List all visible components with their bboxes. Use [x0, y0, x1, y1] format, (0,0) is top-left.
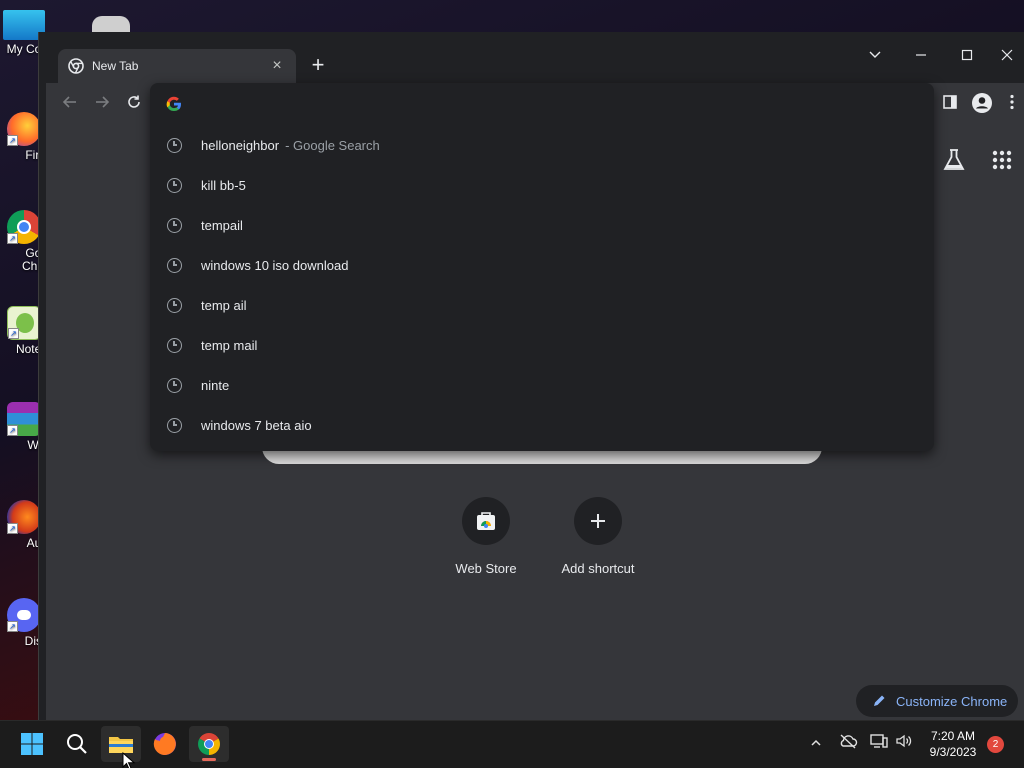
active-app-indicator — [202, 758, 216, 761]
google-g-icon — [166, 96, 181, 112]
history-clock-icon — [167, 297, 182, 313]
omnibox-suggestion[interactable]: helloneighbor - Google Search — [150, 125, 934, 165]
minimize-button[interactable] — [898, 44, 944, 68]
shortcut-arrow-icon: ↗ — [7, 233, 18, 244]
suggestion-text: windows 10 iso download — [201, 257, 349, 273]
history-clock-icon — [167, 417, 182, 433]
speaker-icon — [896, 734, 912, 748]
shortcut-arrow-icon: ↗ — [7, 135, 18, 146]
chrome-icon — [198, 733, 220, 755]
suggestion-text: kill bb-5 — [201, 177, 246, 193]
side-panel-icon — [943, 95, 957, 109]
clock-time: 7:20 AM — [930, 729, 976, 743]
forward-button[interactable] — [90, 92, 114, 116]
suggestion-text: ninte — [201, 377, 230, 393]
maximize-button[interactable] — [944, 44, 990, 68]
notification-badge[interactable]: 2 — [987, 736, 1004, 753]
omnibox-suggestion[interactable]: windows 7 beta aio — [150, 405, 934, 445]
network-icon — [870, 734, 888, 748]
suggestion-text: windows 7 beta aio — [201, 417, 312, 433]
omnibox-suggestion[interactable]: tempail — [150, 205, 934, 245]
tab-search-chevron-icon[interactable] — [852, 44, 898, 68]
search-icon — [67, 734, 87, 754]
history-clock-icon — [167, 177, 182, 193]
google-apps-button[interactable] — [988, 146, 1016, 174]
profile-button[interactable] — [970, 92, 994, 116]
suggestion-source: - Google Search — [285, 137, 380, 153]
suggestion-text: helloneighbor — [201, 137, 280, 153]
omnibox-dropdown: helloneighbor - Google Search kill bb-5 … — [150, 83, 934, 451]
chrome-menu-button[interactable] — [1002, 92, 1022, 116]
omnibox-suggestion[interactable]: ninte — [150, 365, 934, 405]
customize-chrome-label: Customize Chrome — [896, 693, 1008, 709]
close-window-button[interactable] — [990, 44, 1024, 68]
shortcut-label: Web Store — [455, 561, 517, 576]
chrome-icon: ↗ — [7, 210, 41, 244]
omnibox-input[interactable] — [192, 96, 892, 112]
kebab-menu-icon — [1010, 94, 1014, 110]
audacity-icon: ↗ — [7, 500, 41, 534]
omnibox-suggestion[interactable]: temp ail — [150, 285, 934, 325]
onedrive-status[interactable] — [836, 732, 860, 756]
shortcut-web-store[interactable]: Web Store — [431, 497, 541, 576]
chevron-up-icon — [811, 739, 821, 746]
shortcut-arrow-icon: ↗ — [7, 523, 18, 534]
reload-icon — [128, 95, 140, 108]
shortcut-label: Add shortcut — [561, 561, 635, 576]
shortcut-arrow-icon: ↗ — [8, 328, 19, 339]
history-clock-icon — [167, 337, 182, 353]
side-panel-button[interactable] — [938, 92, 962, 116]
taskbar-search-button[interactable] — [57, 726, 97, 762]
back-button[interactable] — [58, 92, 82, 116]
firefox-icon: ↗ — [7, 112, 41, 146]
show-hidden-icons-button[interactable] — [806, 732, 826, 756]
shortcut-add[interactable]: Add shortcut — [543, 497, 653, 576]
plus-icon — [574, 497, 622, 545]
shortcut-arrow-icon: ↗ — [7, 621, 18, 632]
omnibox-suggestion[interactable]: temp mail — [150, 325, 934, 365]
start-button[interactable] — [12, 726, 52, 762]
history-clock-icon — [167, 257, 182, 273]
volume-control[interactable] — [893, 732, 915, 756]
notepad-icon: ↗ — [7, 306, 41, 340]
firefox-icon — [153, 733, 176, 755]
suggestion-text: temp mail — [201, 337, 258, 353]
chrome-labs-button[interactable] — [940, 146, 968, 174]
clock-date: 9/3/2023 — [929, 745, 977, 759]
arrow-right-icon — [96, 96, 110, 108]
taskbar-clock[interactable]: 7:20 AM 9/3/2023 — [920, 728, 986, 760]
discord-icon: ↗ — [7, 598, 41, 632]
omnibox-suggestion[interactable]: windows 10 iso download — [150, 245, 934, 285]
tab-new-tab[interactable]: New Tab × — [58, 49, 296, 83]
history-clock-icon — [167, 377, 182, 393]
shortcut-arrow-icon: ↗ — [7, 425, 18, 436]
tab-close-icon[interactable]: × — [268, 58, 286, 74]
web-store-icon — [462, 497, 510, 545]
history-clock-icon — [167, 217, 182, 233]
cloud-off-icon — [840, 734, 858, 749]
windows-logo-icon — [21, 733, 43, 755]
network-status[interactable] — [868, 732, 890, 756]
suggestion-text: temp ail — [201, 297, 247, 313]
profile-avatar-icon — [972, 93, 992, 113]
reload-button[interactable] — [122, 92, 146, 116]
chrome-favicon-icon — [68, 58, 84, 74]
apps-grid-icon — [992, 150, 1012, 170]
history-clock-icon — [167, 137, 182, 153]
suggestion-text: tempail — [201, 217, 243, 233]
mouse-cursor-icon — [122, 752, 136, 768]
taskbar-firefox[interactable] — [145, 726, 185, 762]
taskbar-chrome[interactable] — [189, 726, 229, 762]
winrar-icon: ↗ — [7, 402, 41, 436]
flask-icon — [943, 149, 965, 170]
pencil-icon — [874, 695, 885, 706]
arrow-left-icon — [62, 96, 76, 108]
omnibox-row — [150, 83, 934, 125]
omnibox-suggestion[interactable]: kill bb-5 — [150, 165, 934, 205]
new-tab-button[interactable]: + — [306, 54, 330, 78]
customize-chrome-button[interactable]: Customize Chrome — [856, 685, 1018, 717]
tab-title: New Tab — [92, 59, 139, 73]
